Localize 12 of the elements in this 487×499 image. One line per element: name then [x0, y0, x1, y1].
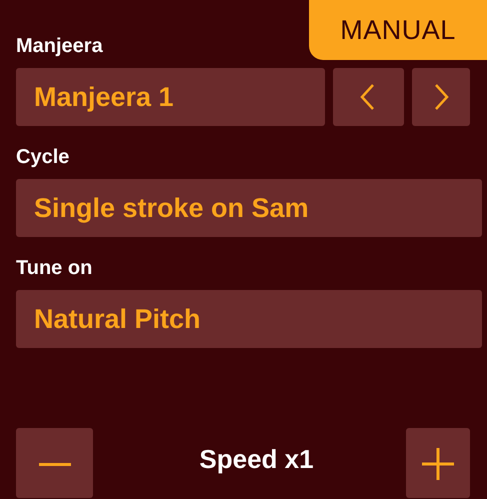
field-label: Tune on [16, 256, 92, 280]
dropdown-field[interactable]: Natural Pitch [16, 290, 482, 348]
dropdown-field[interactable]: Manjeera 1 [16, 68, 325, 126]
minus-icon [38, 463, 70, 466]
field-label: Cycle [16, 145, 70, 169]
plus-icon [420, 446, 456, 482]
next-button[interactable] [412, 68, 470, 126]
dropdown-field[interactable]: Single stroke on Sam [16, 179, 482, 237]
plus-button[interactable] [406, 428, 470, 498]
speed-label: Speed x1 [199, 443, 314, 476]
mode-badge: MANUAL [309, 0, 487, 60]
field-label: Manjeera [16, 34, 103, 58]
